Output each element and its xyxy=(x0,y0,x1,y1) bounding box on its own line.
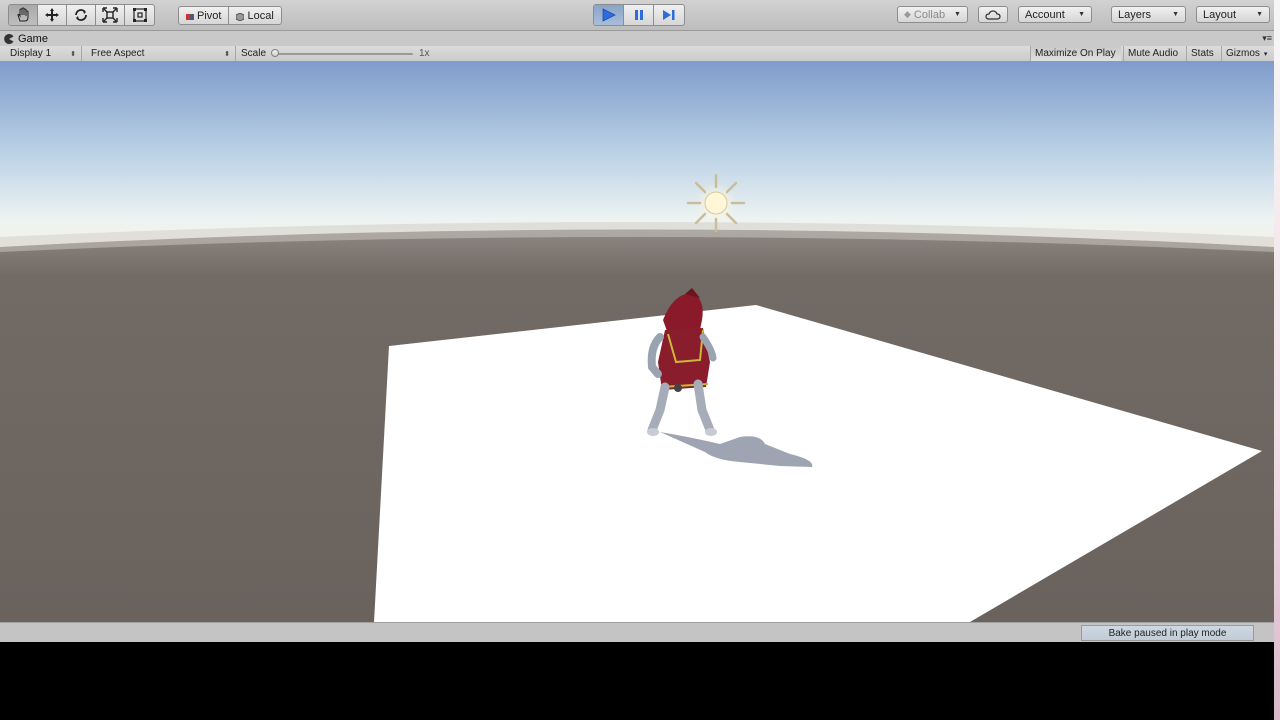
status-bar: Bake paused in play mode xyxy=(0,622,1274,643)
pivot-local-toggle: Pivot Local xyxy=(178,6,282,25)
chevron-down-icon: ▼ xyxy=(1078,11,1085,18)
game-tab-bar: Game ▾≡ xyxy=(0,31,1274,46)
move-tool-button[interactable] xyxy=(38,5,67,25)
sky xyxy=(0,62,1274,247)
pivot-label: Pivot xyxy=(197,9,222,22)
play-controls xyxy=(593,4,685,26)
maximize-on-play-label: Maximize On Play xyxy=(1035,48,1116,59)
cloud-services-button[interactable] xyxy=(978,6,1008,23)
tab-menu-icon[interactable]: ▾≡ xyxy=(1262,33,1272,44)
status-message-text: Bake paused in play mode xyxy=(1108,627,1227,639)
play-button[interactable] xyxy=(594,5,624,25)
chevron-down-icon: ▼ xyxy=(954,11,961,18)
updown-arrow-icon: ⬍ xyxy=(70,50,76,58)
gizmos-dropdown[interactable]: Gizmos ▾ xyxy=(1221,46,1274,61)
layout-dropdown[interactable]: Layout ▼ xyxy=(1196,6,1270,23)
transform-tools xyxy=(8,4,155,26)
scale-slider-thumb[interactable] xyxy=(271,49,279,57)
pause-icon xyxy=(634,10,643,20)
layers-dropdown[interactable]: Layers ▼ xyxy=(1111,6,1186,23)
layers-label: Layers xyxy=(1118,8,1152,21)
stats-label: Stats xyxy=(1191,48,1214,59)
pivot-button[interactable]: Pivot xyxy=(179,7,230,24)
status-message: Bake paused in play mode xyxy=(1081,625,1254,641)
scale-icon xyxy=(102,7,118,23)
unity-editor: Pivot Local ◆ Collab ▼ Account ▼ Layers … xyxy=(0,0,1274,643)
display-dropdown[interactable]: Display 1 ⬍ xyxy=(5,46,82,61)
chevron-down-icon: ▾ xyxy=(1263,50,1268,58)
rect-transform-icon xyxy=(132,8,147,22)
scale-tool-button[interactable] xyxy=(96,5,125,25)
rotate-tool-button[interactable] xyxy=(67,5,96,25)
account-dropdown[interactable]: Account ▼ xyxy=(1018,6,1092,23)
local-label: Local xyxy=(247,9,274,22)
mute-audio-label: Mute Audio xyxy=(1128,48,1179,59)
aspect-label: Free Aspect xyxy=(91,48,145,59)
hand-icon xyxy=(17,7,29,22)
local-cube-icon xyxy=(236,12,245,21)
aspect-dropdown[interactable]: Free Aspect ⬍ xyxy=(86,46,236,61)
scale-label: Scale xyxy=(241,48,267,59)
stats-toggle[interactable]: Stats xyxy=(1186,46,1220,61)
scale-value: 1x xyxy=(419,48,430,59)
updown-arrow-icon: ⬍ xyxy=(224,50,230,58)
scale-slider-track[interactable] xyxy=(275,53,413,55)
chevron-down-icon: ▼ xyxy=(1256,11,1263,18)
main-toolbar: Pivot Local ◆ Collab ▼ Account ▼ Layers … xyxy=(0,0,1274,31)
gizmos-label: Gizmos xyxy=(1226,48,1260,59)
move-arrows-icon xyxy=(45,8,59,22)
chevron-down-icon: ▼ xyxy=(1172,11,1179,18)
game-view-toolbar: Display 1 ⬍ Free Aspect ⬍ Scale 1x Maxim… xyxy=(0,46,1274,62)
sun-light-gizmo[interactable] xyxy=(686,173,746,233)
pacman-game-icon xyxy=(4,33,14,44)
account-label: Account xyxy=(1025,8,1065,21)
play-icon xyxy=(602,8,616,22)
cloud-icon xyxy=(985,9,1001,20)
pause-button[interactable] xyxy=(624,5,654,25)
step-button[interactable] xyxy=(654,5,684,25)
maximize-on-play-toggle[interactable]: Maximize On Play xyxy=(1030,46,1121,61)
game-viewport[interactable] xyxy=(0,62,1274,622)
local-button[interactable]: Local xyxy=(229,7,280,24)
pivot-icon xyxy=(186,12,194,20)
black-background xyxy=(0,642,1274,720)
rect-tool-button[interactable] xyxy=(125,5,154,25)
mute-audio-toggle[interactable]: Mute Audio xyxy=(1123,46,1185,61)
display-label: Display 1 xyxy=(10,48,52,59)
hand-tool-button[interactable] xyxy=(9,5,38,25)
rotate-icon xyxy=(75,9,87,21)
layout-label: Layout xyxy=(1203,8,1237,21)
collab-icon: ◆ xyxy=(904,9,911,19)
tab-game[interactable]: Game xyxy=(4,31,48,46)
step-icon xyxy=(663,10,675,20)
collab-label: Collab xyxy=(913,8,946,21)
desktop-edge-strip xyxy=(1274,0,1280,720)
collab-dropdown[interactable]: ◆ Collab ▼ xyxy=(897,6,968,23)
game-tab-label: Game xyxy=(18,32,48,45)
game-scene xyxy=(0,62,1274,622)
